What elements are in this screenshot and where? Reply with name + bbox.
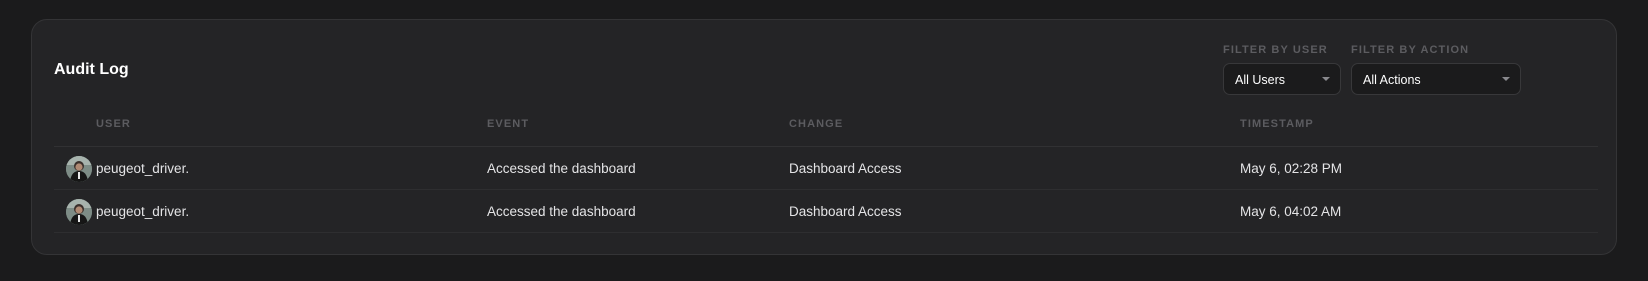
chevron-down-icon: [1322, 77, 1330, 81]
user-avatar: [66, 199, 92, 225]
filter-by-user-group: FILTER BY USER All Users: [1223, 44, 1341, 95]
audit-log-table: USER EVENT CHANGE TIMESTAMP peugeot_driv…: [54, 111, 1598, 233]
filter-by-user-label: FILTER BY USER: [1223, 44, 1328, 56]
filter-by-action-group: FILTER BY ACTION All Actions: [1351, 44, 1521, 95]
table-row: peugeot_driver. Accessed the dashboard D…: [54, 190, 1598, 233]
chevron-down-icon: [1502, 77, 1510, 81]
column-header-timestamp: TIMESTAMP: [1240, 118, 1314, 130]
user-avatar: [66, 156, 92, 182]
page-title: Audit Log: [54, 61, 129, 78]
column-header-change: CHANGE: [789, 118, 844, 130]
column-header-user: USER: [96, 118, 131, 130]
row-event: Accessed the dashboard: [487, 161, 636, 176]
row-change: Dashboard Access: [789, 204, 902, 219]
filter-by-user-value: All Users: [1235, 73, 1286, 87]
filter-by-action-select[interactable]: All Actions: [1351, 63, 1521, 95]
row-user: peugeot_driver.: [96, 204, 190, 219]
table-header: USER EVENT CHANGE TIMESTAMP: [54, 111, 1598, 147]
audit-log-card: Audit Log FILTER BY USER All Users FILTE…: [31, 19, 1617, 255]
row-change: Dashboard Access: [789, 161, 902, 176]
filter-by-user-select[interactable]: All Users: [1223, 63, 1341, 95]
row-user: peugeot_driver.: [96, 161, 190, 176]
row-event: Accessed the dashboard: [487, 204, 636, 219]
table-row: peugeot_driver. Accessed the dashboard D…: [54, 147, 1598, 190]
row-timestamp: May 6, 04:02 AM: [1240, 204, 1342, 219]
filter-by-action-label: FILTER BY ACTION: [1351, 44, 1470, 56]
row-timestamp: May 6, 02:28 PM: [1240, 161, 1343, 176]
column-header-event: EVENT: [487, 118, 530, 130]
filter-by-action-value: All Actions: [1363, 73, 1421, 87]
